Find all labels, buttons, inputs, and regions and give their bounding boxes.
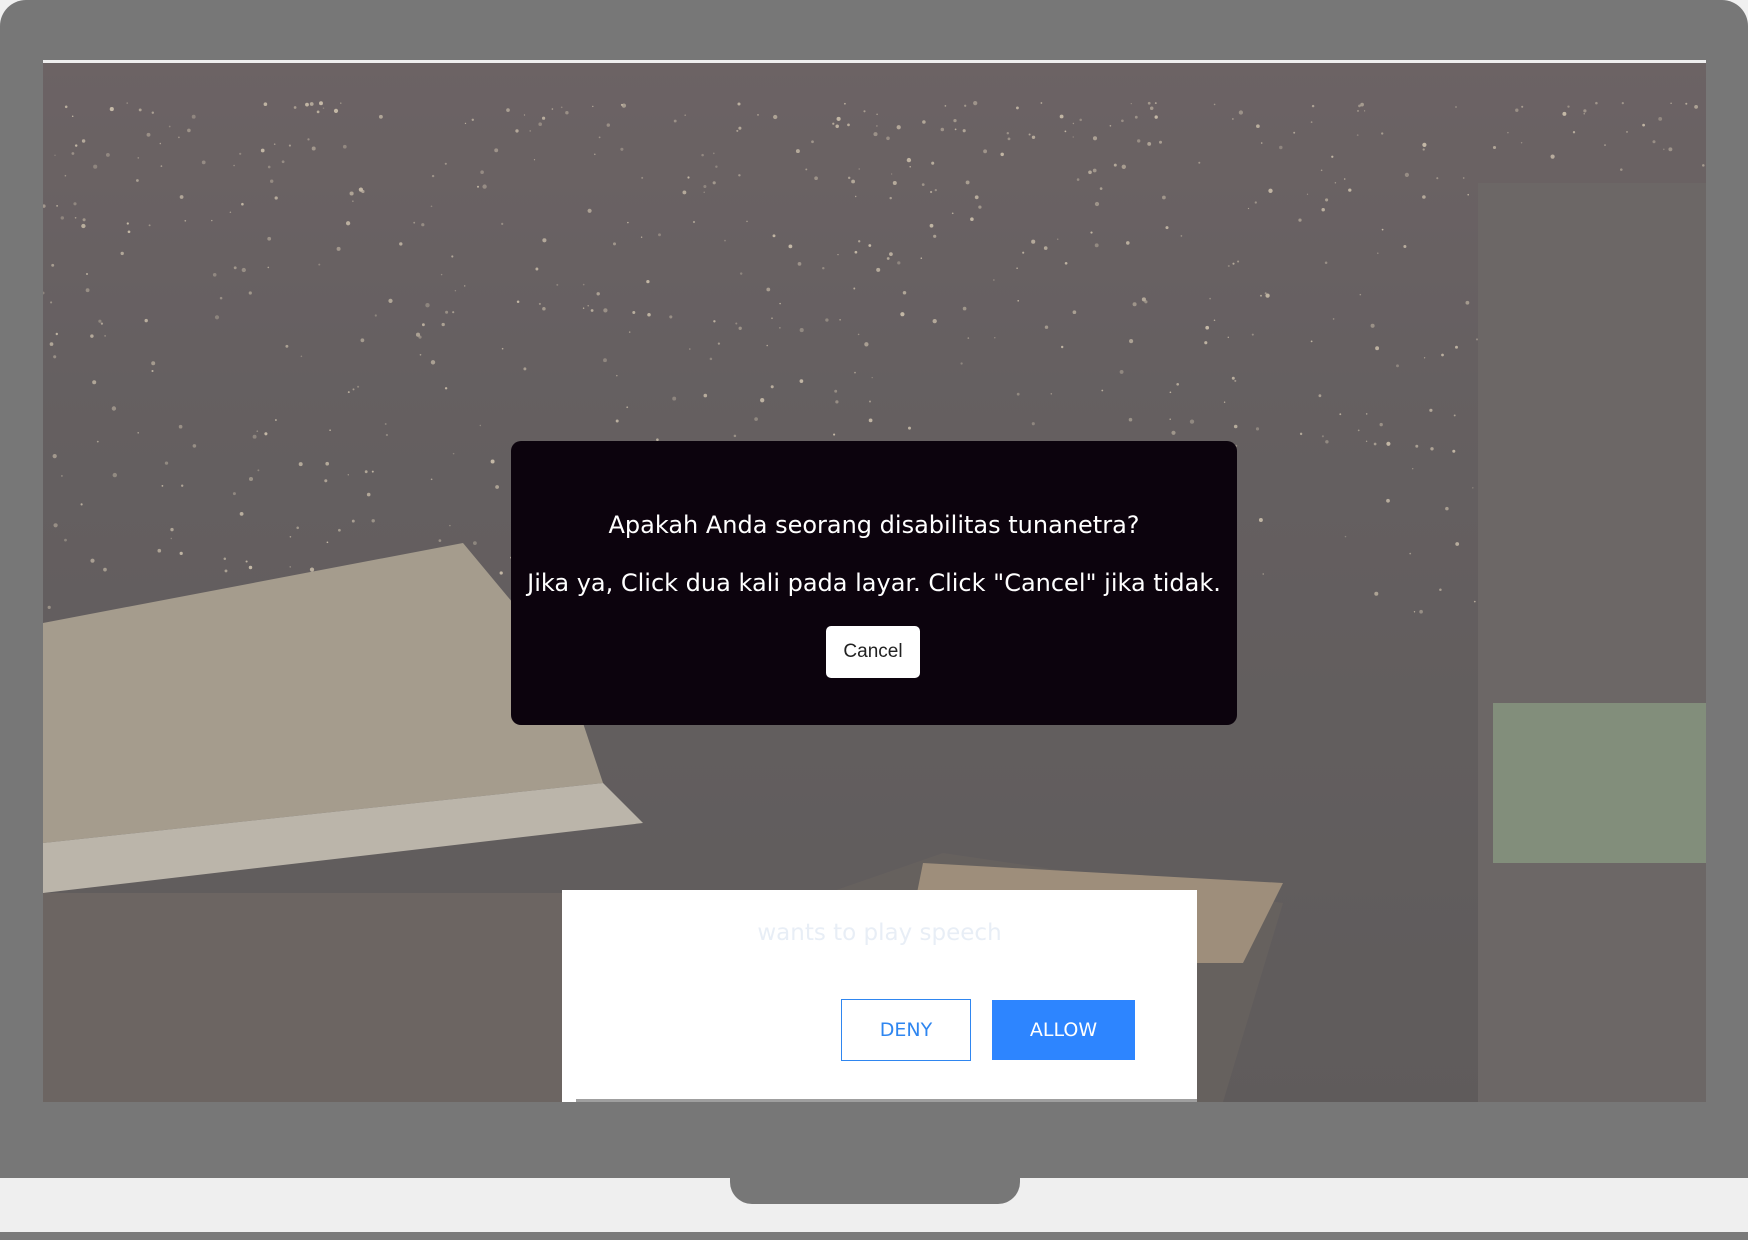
divider	[576, 1099, 1197, 1102]
dialog-instruction: Jika ya, Click dua kali pada layar. Clic…	[527, 569, 1221, 597]
allow-button[interactable]: ALLOW	[992, 1000, 1135, 1060]
deny-button[interactable]: DENY	[841, 999, 971, 1061]
laptop-screen[interactable]: wants to play speech DENY ALLOW Apakah A…	[43, 60, 1706, 1102]
accessibility-dialog: Apakah Anda seorang disabilitas tunanetr…	[511, 441, 1237, 725]
dialog-question: Apakah Anda seorang disabilitas tunanetr…	[608, 511, 1140, 539]
cancel-button[interactable]: Cancel	[826, 626, 920, 678]
laptop-base-edge	[0, 1232, 1748, 1240]
permission-message: wants to play speech	[757, 920, 1002, 946]
laptop-notch	[730, 1178, 1020, 1204]
speech-permission-panel: wants to play speech DENY ALLOW	[562, 890, 1197, 1102]
